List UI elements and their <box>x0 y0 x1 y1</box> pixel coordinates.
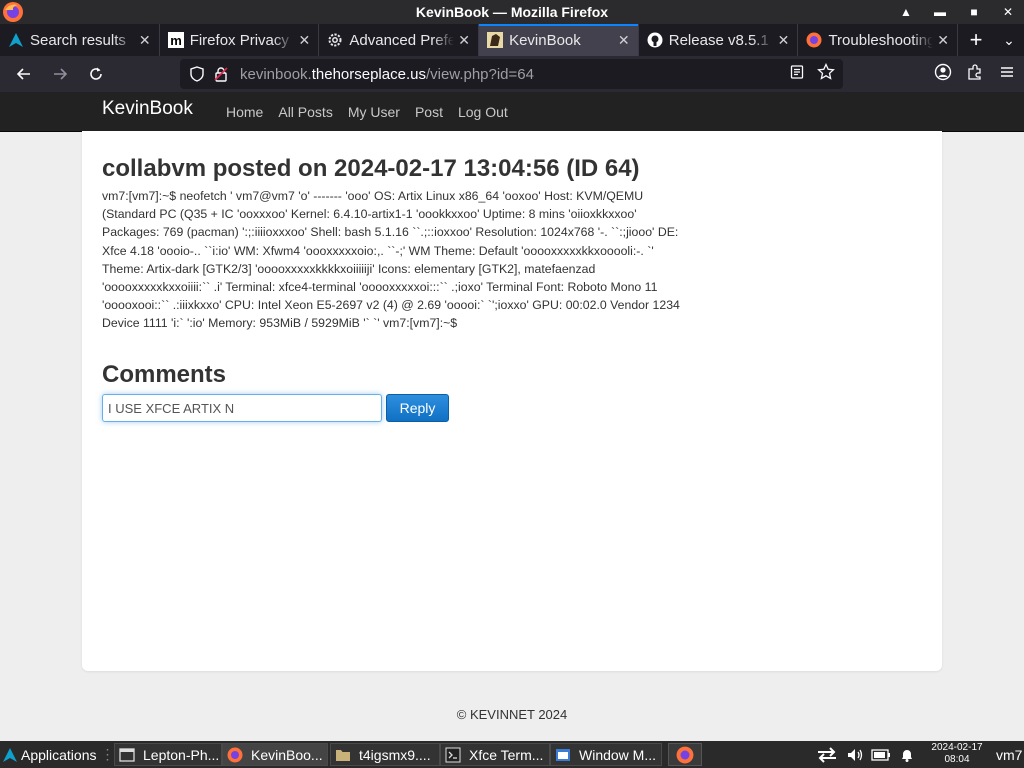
folder-icon <box>335 747 351 763</box>
bookmark-star-icon[interactable] <box>817 62 835 85</box>
tab-close-icon[interactable]: ✕ <box>294 32 314 49</box>
taskbar-task-label: Xfce Term... <box>469 746 544 763</box>
taskbar: Applications ⋮ Lepton-Ph... KevinBoo... … <box>0 741 1024 768</box>
reload-icon <box>90 67 102 80</box>
terminal-icon <box>445 747 461 763</box>
volume-icon[interactable] <box>844 741 866 768</box>
battery-icon[interactable] <box>870 741 892 768</box>
site-brand[interactable]: KevinBook <box>102 98 193 120</box>
taskbar-task-label: t4igsmx9.... <box>359 746 431 763</box>
taskbar-task-kevinbook[interactable]: KevinBoo... <box>222 743 328 766</box>
nav-link-home[interactable]: Home <box>226 104 263 120</box>
back-button[interactable] <box>8 58 40 90</box>
new-tab-button[interactable]: + <box>958 24 994 56</box>
tab-label: Troubleshooting <box>828 31 934 49</box>
clock-date: 2024-02-17 <box>931 742 983 753</box>
firefox-icon <box>806 32 822 48</box>
nav-link-log-out[interactable]: Log Out <box>458 104 508 120</box>
notification-bell-icon[interactable] <box>896 741 918 768</box>
post-card: collabvm posted on 2024-02-17 13:04:56 (… <box>82 131 942 671</box>
svg-text:m: m <box>170 33 182 48</box>
window-manager-icon <box>555 747 571 763</box>
tab-search-results[interactable]: Search results ✕ <box>0 24 160 56</box>
nav-link-post[interactable]: Post <box>415 104 443 120</box>
navigation-toolbar: kevinbook.thehorseplace.us/view.php?id=6… <box>0 56 1024 92</box>
window-titlebar: KevinBook — Mozilla Firefox ▲ ▬ ■ ✕ <box>0 0 1024 24</box>
taskbar-clock[interactable]: 2024-02-17 08:04 <box>924 742 990 766</box>
nav-link-all-posts[interactable]: All Posts <box>278 104 332 120</box>
window-close-button[interactable]: ✕ <box>1002 5 1014 19</box>
window-restore-button[interactable]: ■ <box>968 5 980 19</box>
insecure-lock-icon[interactable] <box>210 66 232 82</box>
site-nav-links: Home All Posts My User Post Log Out <box>226 92 523 131</box>
mozilla-m-icon: m <box>167 32 184 48</box>
tab-label: Search results <box>30 31 126 49</box>
tab-strip: Search results ✕ m Firefox Privacy ✕ Adv… <box>0 24 1024 56</box>
github-icon <box>647 32 663 48</box>
applications-label: Applications <box>21 746 97 763</box>
taskbar-task-window-manager[interactable]: Window M... <box>550 743 662 766</box>
tab-label: KevinBook <box>509 31 581 49</box>
post-body: vm7:[vm7]:~$ neofetch ' vm7@vm7 'o' ----… <box>102 189 680 331</box>
tab-close-icon[interactable]: ✕ <box>454 32 474 49</box>
tab-close-icon[interactable]: ✕ <box>773 32 793 49</box>
url-bar[interactable]: kevinbook.thehorseplace.us/view.php?id=6… <box>180 59 843 89</box>
tracking-protection-shield-icon[interactable] <box>186 66 208 82</box>
forward-button[interactable] <box>44 58 76 90</box>
taskbar-user[interactable]: vm7 <box>996 741 1024 768</box>
network-icon[interactable] <box>814 741 840 768</box>
hamburger-menu-icon[interactable] <box>998 63 1016 86</box>
firefox-icon <box>676 746 694 764</box>
clock-time: 08:04 <box>944 754 970 765</box>
artix-logo-icon <box>2 747 18 763</box>
tab-label: Advanced Prefe <box>349 31 455 49</box>
tab-close-icon[interactable]: ✕ <box>614 32 634 49</box>
list-all-tabs-chevron-icon[interactable]: ⌄ <box>994 24 1024 56</box>
reload-button[interactable] <box>80 58 112 90</box>
taskbar-task-label: Window M... <box>579 746 657 763</box>
url-domain: thehorseplace.us <box>311 65 426 83</box>
gear-icon <box>327 32 343 48</box>
window-icon <box>119 747 135 763</box>
extensions-puzzle-icon[interactable] <box>966 63 984 86</box>
forward-arrow-icon <box>54 68 68 80</box>
reply-button[interactable]: Reply <box>386 394 449 422</box>
url-text[interactable]: kevinbook.thehorseplace.us/view.php?id=6… <box>240 66 534 83</box>
comment-input[interactable] <box>102 394 382 422</box>
taskbar-task-label: KevinBoo... <box>251 746 323 763</box>
window-minimize-button[interactable]: ▬ <box>934 5 946 19</box>
account-icon[interactable] <box>934 63 952 86</box>
tab-troubleshooting[interactable]: Troubleshooting ✕ <box>798 24 959 56</box>
site-footer: © KEVINNET 2024 <box>456 707 568 722</box>
tab-label: Release v8.5.1 <box>668 31 769 49</box>
window-maximize-up-icon[interactable]: ▲ <box>900 5 912 19</box>
tab-label: Firefox Privacy <box>189 31 289 49</box>
nav-link-my-user[interactable]: My User <box>348 104 400 120</box>
site-favicon <box>487 32 504 48</box>
tab-firefox-privacy[interactable]: m Firefox Privacy ✕ <box>160 24 320 56</box>
tab-advanced-preferences[interactable]: Advanced Prefe ✕ <box>319 24 480 56</box>
window-title: KevinBook — Mozilla Firefox <box>415 4 609 20</box>
taskbar-task-files[interactable]: t4igsmx9.... <box>330 743 440 766</box>
tab-kevinbook[interactable]: KevinBook ✕ <box>479 24 639 56</box>
tab-close-icon[interactable]: ✕ <box>135 32 155 49</box>
site-navbar: KevinBook Home All Posts My User Post Lo… <box>0 92 1024 132</box>
launcher-firefox[interactable] <box>668 743 702 766</box>
applications-menu-button[interactable]: Applications ⋮ <box>0 741 112 768</box>
taskbar-task-label: Lepton-Ph... <box>143 746 220 763</box>
tab-release[interactable]: Release v8.5.1 ✕ <box>639 24 799 56</box>
taskbar-task-lepton[interactable]: Lepton-Ph... <box>114 743 222 766</box>
comments-heading: Comments <box>102 361 227 388</box>
separator-handle-icon: ⋮ <box>100 746 113 762</box>
firefox-icon <box>227 747 243 763</box>
taskbar-task-terminal[interactable]: Xfce Term... <box>440 743 550 766</box>
url-prefix: kevinbook. <box>240 65 312 83</box>
reader-view-icon[interactable] <box>789 64 805 84</box>
artix-logo-icon <box>8 32 24 48</box>
back-arrow-icon <box>16 68 30 80</box>
tab-close-icon[interactable]: ✕ <box>933 32 953 49</box>
url-path: /view.php?id=64 <box>425 65 534 83</box>
post-title: collabvm posted on 2024-02-17 13:04:56 (… <box>102 155 640 182</box>
